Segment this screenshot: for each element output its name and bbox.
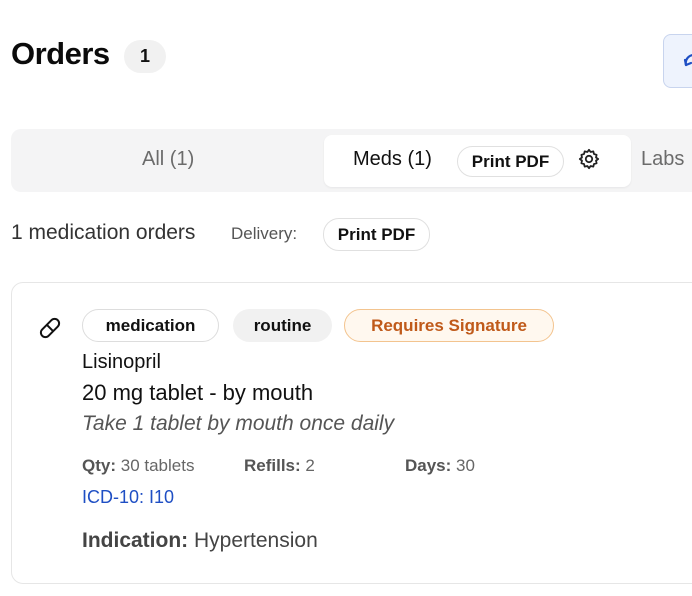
refills-value: 2 xyxy=(305,456,315,475)
page-title: Orders xyxy=(11,36,110,71)
qty-label: Qty: xyxy=(82,456,116,475)
sig-instructions: Take 1 tablet by mouth once daily xyxy=(82,412,395,435)
gear-icon[interactable] xyxy=(577,147,601,176)
refresh-icon xyxy=(683,54,692,67)
requires-signature-tag: Requires Signature xyxy=(344,309,554,342)
drug-name: Lisinopril xyxy=(82,351,161,373)
indication-label: Indication: xyxy=(82,529,189,552)
indication-field: Indication: Hypertension xyxy=(82,529,318,553)
refills-field: Refills: 2 xyxy=(244,456,315,476)
days-label: Days: xyxy=(405,456,452,475)
orders-summary: 1 medication orders xyxy=(11,221,196,244)
tab-meds-label[interactable]: Meds (1) xyxy=(353,148,432,171)
icd-code-link[interactable]: ICD-10: I10 xyxy=(82,487,174,508)
qty-field: Qty: 30 tablets xyxy=(82,456,194,476)
tab-labs[interactable]: Labs xyxy=(641,148,684,171)
type-tag: medication xyxy=(82,309,219,342)
refresh-button[interactable] xyxy=(663,34,692,88)
dose-route: 20 mg tablet - by mouth xyxy=(82,380,314,405)
days-field: Days: 30 xyxy=(405,456,475,476)
pill-icon xyxy=(37,315,63,346)
meds-print-pdf-button[interactable]: Print PDF xyxy=(457,146,564,177)
tab-all[interactable]: All (1) xyxy=(142,148,194,171)
delivery-label: Delivery: xyxy=(231,224,298,243)
orders-count-badge: 1 xyxy=(124,40,166,73)
delivery-print-pdf-button[interactable]: Print PDF xyxy=(323,218,430,251)
days-value: 30 xyxy=(456,456,475,475)
indication-value: Hypertension xyxy=(194,529,318,552)
refills-label: Refills: xyxy=(244,456,301,475)
qty-value: 30 tablets xyxy=(120,456,195,475)
priority-tag: routine xyxy=(233,309,332,342)
